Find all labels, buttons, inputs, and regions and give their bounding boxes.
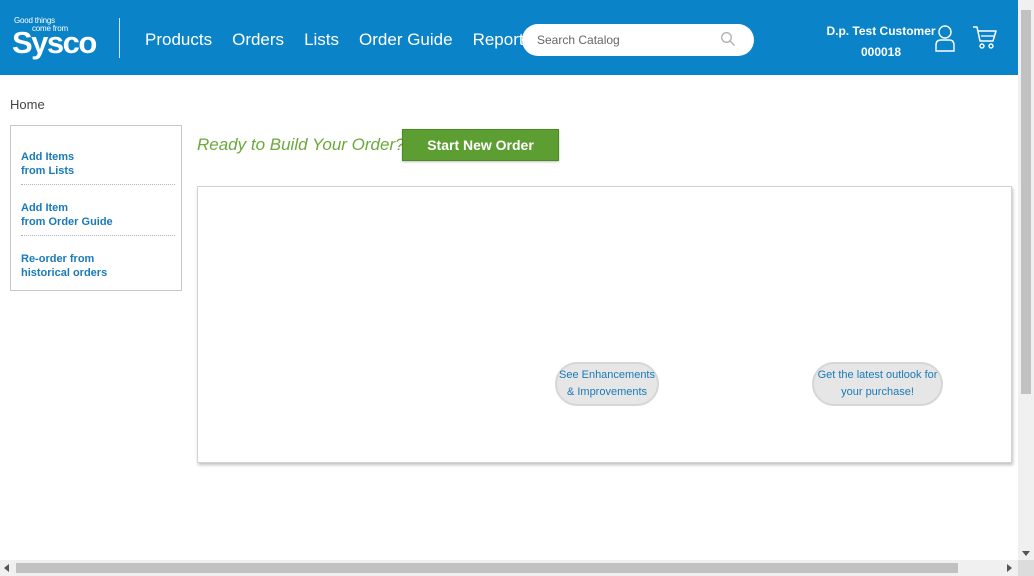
nav-orders[interactable]: Orders xyxy=(232,30,284,50)
cart-icon[interactable] xyxy=(972,24,998,50)
sidebar-link-line: Add Items xyxy=(21,151,75,163)
see-enhancements-button[interactable]: See Enhancements & Improvements xyxy=(555,362,659,406)
scroll-left-arrow-icon[interactable] xyxy=(4,564,9,572)
sidebar-reorder-historical[interactable]: Re-order from historical orders xyxy=(21,252,175,280)
ready-prompt: Ready to Build Your Order? xyxy=(197,135,405,154)
horizontal-scrollbar[interactable] xyxy=(0,560,1018,576)
sidebar-link-line: Re-order from xyxy=(21,253,95,265)
pill-line: your purchase! xyxy=(841,386,914,398)
nav-order-guide[interactable]: Order Guide xyxy=(359,30,453,50)
latest-outlook-button[interactable]: Get the latest outlook for your purchase… xyxy=(812,362,943,406)
vertical-scrollbar[interactable] xyxy=(1018,0,1034,560)
quick-actions-sidebar: Add Items from Lists Add Item from Order… xyxy=(10,125,182,291)
scroll-right-arrow-icon[interactable] xyxy=(1007,564,1012,572)
scroll-down-arrow-icon[interactable] xyxy=(1022,551,1030,556)
sidebar-link-line: from Lists xyxy=(21,165,75,177)
page: Good things come from Sysco Products Ord… xyxy=(0,0,1034,576)
sidebar-link-line: Add Item xyxy=(21,202,69,214)
customer-name: D.p. Test Customer xyxy=(826,24,936,38)
search-input[interactable] xyxy=(537,31,717,49)
nav-products[interactable]: Products xyxy=(145,30,212,50)
sidebar-divider xyxy=(21,235,175,236)
sidebar-link-line: from Order Guide xyxy=(21,216,113,228)
content-panel: See Enhancements & Improvements Get the … xyxy=(197,186,1012,463)
main-nav: Products Orders Lists Order Guide Report… xyxy=(145,30,532,50)
customer-info[interactable]: D.p. Test Customer 000018 xyxy=(822,21,940,63)
sidebar-divider xyxy=(21,184,175,185)
sysco-logo[interactable]: Good things come from Sysco xyxy=(12,14,102,60)
header-bar: Good things come from Sysco Products Ord… xyxy=(0,0,1018,75)
customer-id: 000018 xyxy=(860,45,902,59)
search-icon[interactable] xyxy=(720,31,736,47)
sidebar-add-item-from-order-guide[interactable]: Add Item from Order Guide xyxy=(21,201,175,229)
sidebar-add-items-from-lists[interactable]: Add Items from Lists xyxy=(21,150,175,178)
breadcrumb[interactable]: Home xyxy=(10,97,45,112)
scrollbar-corner xyxy=(1018,560,1034,576)
user-icon[interactable] xyxy=(934,24,956,52)
pill-line: & Improvements xyxy=(566,386,648,398)
horizontal-scroll-thumb[interactable] xyxy=(16,563,958,573)
header-divider xyxy=(119,18,120,58)
nav-lists[interactable]: Lists xyxy=(304,30,339,50)
vertical-scroll-thumb[interactable] xyxy=(1021,10,1031,394)
pill-line: See Enhancements xyxy=(558,369,655,381)
sidebar-link-line: historical orders xyxy=(21,267,108,279)
start-new-order-button[interactable]: Start New Order xyxy=(402,129,559,161)
pill-line: Get the latest outlook for xyxy=(817,369,938,381)
logo-brand: Sysco xyxy=(12,25,97,60)
search-box xyxy=(522,24,754,56)
